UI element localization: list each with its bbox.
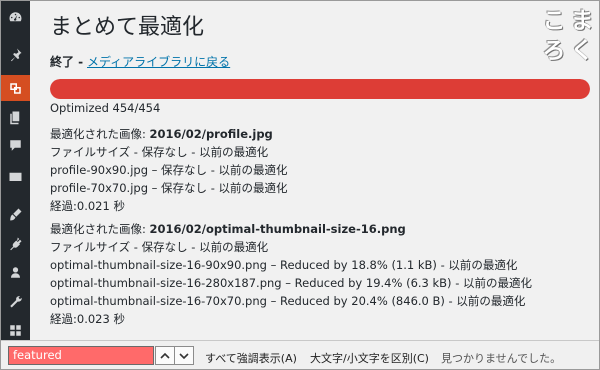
users-icon[interactable] (1, 259, 30, 285)
result-line: optimal-thumbnail-size-16-280x187.png – … (50, 276, 533, 290)
image-heading: 最適化された画像: 2016/02/profile.jpg (50, 125, 288, 143)
logo-char: ろ (542, 38, 566, 64)
logo-char: ま (570, 8, 594, 34)
elapsed-time: 経過:0.023 秒 (50, 310, 532, 328)
pin-icon[interactable] (1, 41, 30, 67)
result-line: profile-70x70.jpg – 保存なし - 以前の最適化 (50, 181, 288, 195)
elapsed-value: 0.023 秒 (76, 312, 125, 326)
image-name: 2016/02/optimal-thumbnail-size-16.png (149, 222, 406, 236)
chevron-up-icon (160, 352, 170, 359)
media-icon[interactable] (1, 75, 30, 101)
find-next-button[interactable] (174, 346, 194, 365)
media-library-link[interactable]: メディアライブラリに戻る (87, 55, 230, 69)
find-status: 見つかりませんでした。 (441, 352, 562, 365)
optimized-count: Optimized 454/454 (50, 101, 161, 115)
progress-fill (50, 79, 590, 99)
appearance-icon[interactable] (1, 201, 30, 227)
elapsed-time: 経過:0.021 秒 (50, 197, 288, 215)
result-line: profile-90x90.jpg – 保存なし - 以前の最適化 (50, 163, 288, 177)
pages-icon[interactable] (1, 104, 30, 130)
match-case-option[interactable]: 大文字/小文字を区別(C) (310, 350, 429, 366)
progress-bar (50, 79, 590, 99)
status-line: 終了 - メディアライブラリに戻る (50, 53, 230, 70)
status-text: 終了 - (50, 55, 84, 69)
image-label: 最適化された画像: (50, 222, 146, 236)
optimization-result: 最適化された画像: 2016/02/optimal-thumbnail-size… (50, 220, 532, 328)
find-input[interactable] (8, 346, 154, 365)
page-title: まとめて最適化 (50, 15, 205, 40)
komaroku-logo: こ ま ろ く (540, 6, 596, 66)
result-line: optimal-thumbnail-size-16-70x70.png – Re… (50, 294, 526, 308)
find-bar: すべて強調表示(A) 大文字/小文字を区別(C) 見つかりませんでした。 (1, 340, 599, 369)
plugins-icon[interactable] (1, 230, 30, 256)
chevron-down-icon (179, 352, 189, 359)
elapsed-label: 経過: (50, 199, 77, 213)
result-line: ファイルサイズ - 保存なし - 以前の最適化 (50, 240, 269, 254)
optimization-result: 最適化された画像: 2016/02/profile.jpg ファイルサイズ - … (50, 125, 288, 215)
dashboard-icon[interactable] (1, 4, 30, 30)
logo-char: こ (542, 8, 566, 34)
logo-char: く (570, 38, 594, 64)
highlight-all-option[interactable]: すべて強調表示(A) (205, 350, 297, 366)
image-label: 最適化された画像: (50, 127, 146, 141)
image-heading: 最適化された画像: 2016/02/optimal-thumbnail-size… (50, 220, 532, 238)
elapsed-value: 0.021 秒 (76, 199, 125, 213)
comments-icon[interactable] (1, 132, 30, 158)
browser-viewport: まとめて最適化 終了 - メディアライブラリに戻る Optimized 454/… (0, 0, 600, 370)
find-previous-button[interactable] (155, 346, 175, 365)
image-name: 2016/02/profile.jpg (149, 127, 273, 141)
elapsed-label: 経過: (50, 312, 77, 326)
mail-icon[interactable] (1, 163, 30, 189)
tools-icon[interactable] (1, 288, 30, 314)
result-line: ファイルサイズ - 保存なし - 以前の最適化 (50, 145, 269, 159)
result-line: optimal-thumbnail-size-16-90x90.png – Re… (50, 258, 518, 272)
active-indicator-arrow (30, 81, 37, 93)
admin-sidebar (1, 1, 37, 369)
